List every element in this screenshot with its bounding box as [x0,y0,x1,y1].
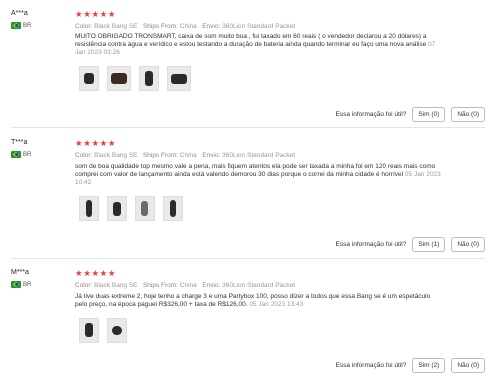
helpful-yes-button[interactable]: Sim (2) [412,358,446,373]
review-date: 05 Jan 2023 13:43 [249,301,304,309]
review-photo[interactable] [79,318,99,343]
review-photo[interactable] [135,196,155,221]
review-photo[interactable] [107,196,127,221]
reviewer-name: M***a [11,269,29,276]
star-rating: ★★★★★ [75,138,117,148]
country-code: BR [23,22,32,29]
envio-value: 360Lion Standard Packet [222,152,296,159]
reviewer-country: BR [11,22,31,29]
review-meta: Color: Black Bang SE Ships From: China E… [75,152,295,159]
reviewer-country: BR [11,151,31,158]
helpful-label: Essa informação foi útil? [335,111,407,118]
review-photo[interactable] [79,196,99,221]
ships-value: China [179,23,197,30]
brazil-flag-icon [11,151,21,158]
divider [11,127,485,128]
color-value: Black Bang SE [94,152,138,159]
helpful-section: Essa informação foi útil? Sim (0) Não (0… [336,107,485,122]
helpful-no-button[interactable]: Não (0) [451,358,485,373]
review-photo[interactable] [79,66,99,91]
helpful-no-button[interactable]: Não (0) [451,107,485,122]
ships-value: China [179,152,197,159]
review-photos [79,318,127,343]
color-label: Color: [75,152,93,159]
review-text: som de boa qualidade top mesmo vale a pe… [75,163,443,188]
helpful-yes-button[interactable]: Sim (1) [412,237,446,252]
helpful-yes-button[interactable]: Sim (0) [412,107,446,122]
review-photos [79,66,191,91]
review-photo[interactable] [163,196,183,221]
star-rating: ★★★★★ [75,268,117,278]
envio-label: Envio: [202,23,221,30]
ships-value: China [179,282,197,289]
color-label: Color: [75,282,93,289]
reviewer-country: BR [11,281,31,288]
reviewer-name: A***a [11,10,28,17]
ships-label: Ships From: [142,282,178,289]
review-photo[interactable] [139,66,159,91]
color-value: Black Bang SE [94,282,138,289]
brazil-flag-icon [11,22,21,29]
ships-label: Ships From: [142,23,178,30]
color-label: Color: [75,23,93,30]
review-photo[interactable] [107,318,127,343]
helpful-no-button[interactable]: Não (0) [451,237,485,252]
ships-label: Ships From: [142,152,178,159]
review-text: Já tive duas extreme 2, hoje tenho a cha… [75,293,443,309]
divider [11,258,485,259]
country-code: BR [23,151,32,158]
envio-value: 360Lion Standard Packet [222,23,296,30]
review-body: MUITO OBRIGADO TRONSMART, caixa de som m… [75,33,427,49]
helpful-label: Essa informação foi útil? [335,362,407,369]
review-meta: Color: Black Bang SE Ships From: China E… [75,23,295,30]
envio-label: Envio: [202,152,221,159]
helpful-section: Essa informação foi útil? Sim (2) Não (0… [336,358,485,373]
review-photo[interactable] [167,66,191,91]
review-body: som de boa qualidade top mesmo vale a pe… [75,163,436,179]
star-rating: ★★★★★ [75,9,117,19]
envio-value: 360Lion Standard Packet [222,282,296,289]
color-value: Black Bang SE [94,23,138,30]
review-photos [79,196,183,221]
brazil-flag-icon [11,281,21,288]
envio-label: Envio: [202,282,221,289]
review-meta: Color: Black Bang SE Ships From: China E… [75,282,295,289]
reviewer-name: T***a [11,139,28,146]
review-photo[interactable] [107,66,131,91]
helpful-section: Essa informação foi útil? Sim (1) Não (0… [336,237,485,252]
helpful-label: Essa informação foi útil? [335,241,407,248]
country-code: BR [23,281,32,288]
review-text: MUITO OBRIGADO TRONSMART, caixa de som m… [75,33,443,58]
